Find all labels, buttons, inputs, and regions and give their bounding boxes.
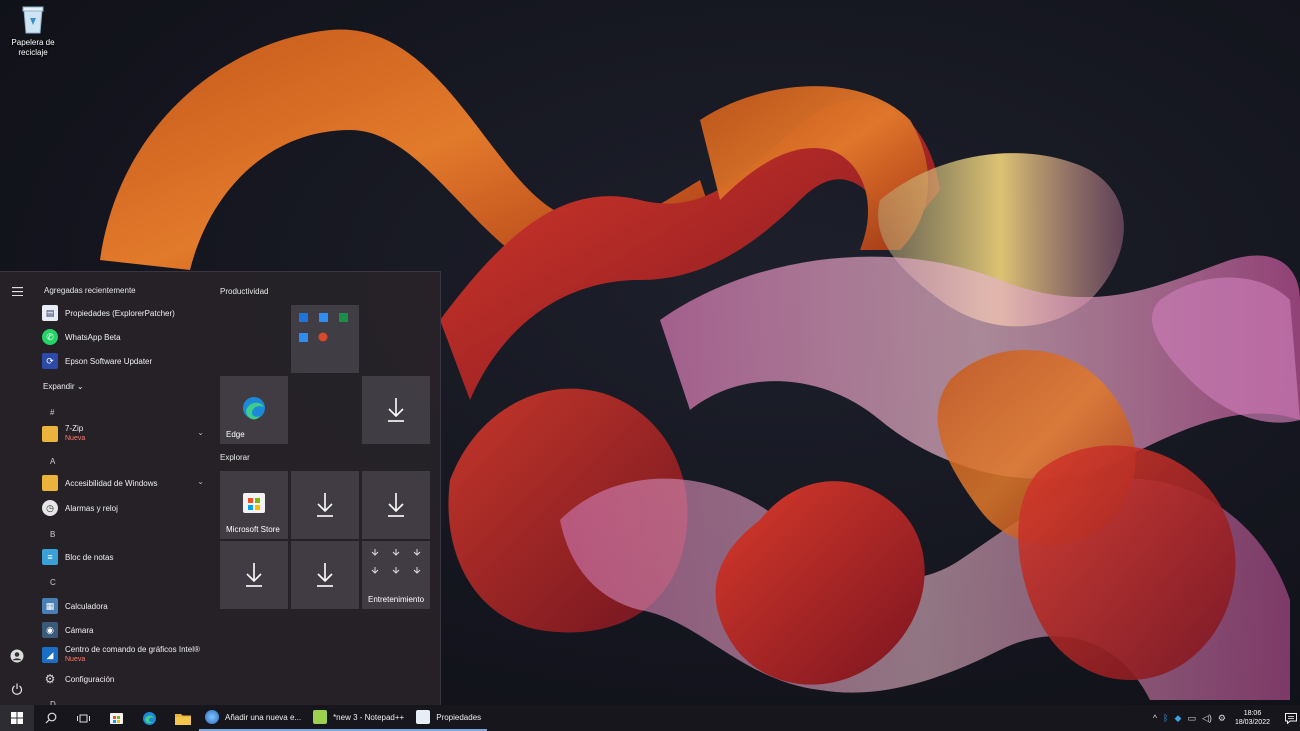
start-button[interactable] [0,705,34,731]
notepad-icon: ≡ [42,549,58,565]
tile-entertainment-folder[interactable]: Entretenimiento [362,541,430,609]
chevron-down-icon: ⌄ [76,382,84,391]
app-item-configuracion[interactable]: ⚙ Configuración [42,668,210,690]
office-apps-icon [299,313,348,342]
tile-download-pending[interactable] [291,471,359,539]
section-letter[interactable]: B [50,530,55,539]
epson-icon: ⟳ [42,353,58,369]
tile-download-pending[interactable] [220,541,288,609]
tile-microsoft-store[interactable]: Microsoft Store [220,471,288,539]
windows-logo-icon [11,712,23,724]
group-title-productividad[interactable]: Productividad [220,287,268,296]
chevron-down-icon: ⌄ [197,428,204,437]
recycle-bin-label: Papelera de reciclaje [11,38,55,57]
taskbar-window-propiedades[interactable]: Propiedades [410,705,488,731]
new-badge: Nueva [65,435,86,442]
tile-label: Entretenimiento [368,595,425,604]
edge-taskbar-icon[interactable] [133,705,166,731]
tile-edge[interactable]: Edge [220,376,288,444]
taskbar-window-browser[interactable]: Añadir una nueva e... [199,705,308,731]
download-icon [388,398,404,422]
start-menu: Agregadas recientemente ▤ Propiedades (E… [0,271,441,709]
system-tray: ^ ᛒ ◆ ▭ ◁) ⚙ 18:06 18/03/2022 [1150,705,1300,731]
app-item-propiedades[interactable]: ▤ Propiedades (ExplorerPatcher) [42,302,210,324]
download-icon [317,493,333,517]
recycle-bin-icon [20,4,46,34]
tile-download-pending[interactable] [362,376,430,444]
app-item-bloc-notas[interactable]: ≡ Bloc de notas [42,546,210,568]
folder-icon [42,475,58,491]
folder-icon [42,426,58,442]
hamburger-menu-icon[interactable] [8,282,26,300]
bluetooth-icon[interactable]: ᛒ [1163,713,1168,723]
section-letter[interactable]: C [50,578,56,587]
power-icon[interactable] [8,680,26,698]
user-avatar-icon[interactable] [8,647,26,665]
download-icon [388,493,404,517]
section-letter[interactable]: A [50,457,55,466]
speaker-icon[interactable]: ◁) [1202,713,1212,724]
app-item-alarmas[interactable]: ◷ Alarmas y reloj [42,497,210,519]
recently-added-header: Agregadas recientemente [44,286,136,295]
camera-icon: ◉ [42,622,58,638]
new-badge: Nueva [65,656,86,663]
network-icon[interactable]: ▭ [1187,713,1196,724]
app-item-whatsapp[interactable]: ✆ WhatsApp Beta [42,326,210,348]
app-item-7zip[interactable]: 7-Zip Nueva ⌄ [42,423,210,445]
clock-date: 18/03/2022 [1234,719,1270,726]
clock[interactable]: 18:06 18/03/2022 [1235,709,1270,727]
tile-label: Edge [226,430,245,439]
app-item-camara[interactable]: ◉ Cámara [42,619,210,641]
app-item-accesibilidad[interactable]: Accesibilidad de Windows ⌄ [42,472,210,494]
taskbar-window-notepadpp[interactable]: *new 3 - Notepad++ [307,705,411,731]
download-icon [246,563,262,587]
section-letter[interactable]: # [50,408,54,417]
app-item-calculadora[interactable]: ▦ Calculadora [42,595,210,617]
document-icon [416,710,431,724]
app-item-epson[interactable]: ⟳ Epson Software Updater [42,350,210,372]
chevron-down-icon: ⌄ [197,477,204,486]
tile-download-pending[interactable] [291,541,359,609]
chevron-up-icon[interactable]: ^ [1153,713,1157,723]
download-icon [317,563,333,587]
gear-icon: ⚙ [44,672,56,686]
tile-office-folder[interactable] [291,305,359,373]
search-icon[interactable] [34,705,67,731]
tile-label: Microsoft Store [226,525,280,534]
security-icon[interactable]: ◆ [1175,713,1182,724]
task-view-icon[interactable] [67,705,100,731]
notepadpp-icon [313,710,328,724]
app-list: Agregadas recientemente ▤ Propiedades (E… [34,272,212,709]
calculator-icon: ▦ [42,598,58,614]
expand-button[interactable]: Expandir ⌄ [43,382,84,391]
clock-icon: ◷ [42,500,58,516]
document-icon: ▤ [42,305,58,321]
recycle-bin-shortcut[interactable]: Papelera de reciclaje [6,4,60,58]
store-taskbar-icon[interactable] [100,705,133,731]
settings-tray-icon[interactable]: ⚙ [1218,713,1226,724]
app-item-intel-graphics[interactable]: ◢ Centro de comando de gráficos Intel® N… [42,644,210,666]
taskbar: Añadir una nueva e... *new 3 - Notepad++… [0,705,1300,731]
notification-icon[interactable] [1282,705,1300,731]
intel-icon: ◢ [42,647,58,663]
file-explorer-icon[interactable] [166,705,199,731]
tile-download-pending[interactable] [362,471,430,539]
whatsapp-icon: ✆ [42,329,58,345]
tiles-area: Productividad Edge Explorar Microsoft St… [220,272,441,705]
clock-time: 18:06 [1243,710,1262,717]
group-title-explorar[interactable]: Explorar [220,453,250,462]
browser-icon [205,710,219,724]
start-rail [0,272,34,705]
